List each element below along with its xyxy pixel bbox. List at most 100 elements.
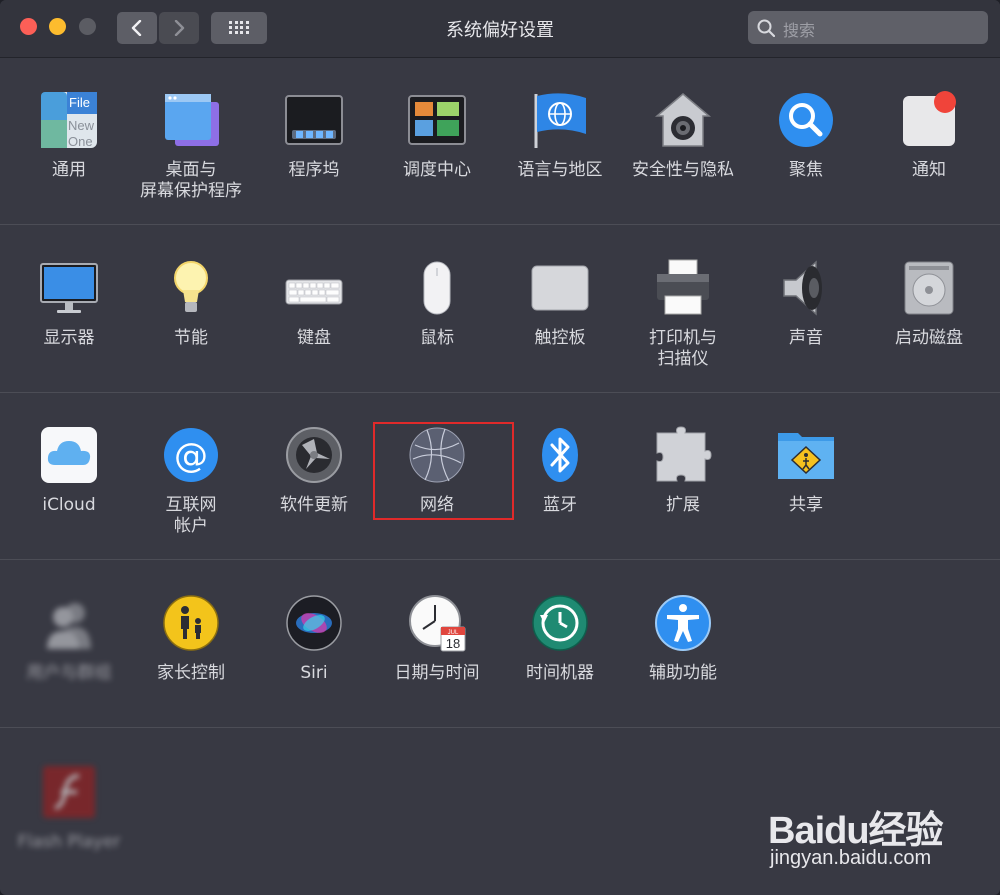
pane-label: 通知: [912, 160, 946, 180]
pane-label: 互联网 帐户: [165, 495, 217, 536]
pane-label: 通用: [52, 160, 86, 180]
svg-text:New: New: [68, 118, 95, 133]
pane-label: 共享: [789, 495, 823, 515]
pane-label: 软件更新: [280, 495, 348, 515]
search-placeholder: 搜索: [783, 21, 816, 40]
pane-trackpad[interactable]: 触控板: [499, 258, 621, 349]
pane-label: Siri: [300, 663, 328, 683]
pane-label: 显示器: [43, 328, 95, 348]
pane-flash-player[interactable]: Flash Player: [8, 762, 130, 853]
pane-desktop-screensaver[interactable]: 桌面与 屏幕保护程序: [130, 90, 252, 202]
pane-startup-disk[interactable]: 启动磁盘: [868, 258, 990, 349]
pane-label: 扩展: [666, 495, 700, 515]
pane-users-groups[interactable]: 用户与群组: [8, 593, 130, 684]
pane-label: 触控板: [534, 328, 586, 348]
trackpad-icon: [530, 258, 590, 318]
mission-control-icon: [407, 90, 467, 150]
svg-text:One: One: [68, 134, 93, 149]
pane-accessibility[interactable]: 辅助功能: [622, 593, 744, 684]
pane-label: 鼠标: [420, 328, 454, 348]
pane-label: 启动磁盘: [895, 328, 963, 348]
svg-text:18: 18: [446, 636, 460, 651]
pane-mouse[interactable]: 鼠标: [376, 258, 498, 349]
desktop-screensaver-icon: [161, 90, 221, 150]
section-divider: [0, 559, 1000, 560]
startup-disk-icon: [899, 258, 959, 318]
extensions-icon: [653, 425, 713, 485]
watermark-brand: Baidu经验: [768, 810, 944, 852]
pane-label: 蓝牙: [543, 495, 577, 515]
pane-label: Flash Player: [17, 832, 121, 852]
svg-text:File: File: [69, 95, 90, 110]
time-machine-icon: [530, 593, 590, 653]
dock-icon: [284, 90, 344, 150]
pane-printers-scanners[interactable]: 打印机与 扫描仪: [622, 258, 744, 370]
pane-label: 程序坞: [288, 160, 340, 180]
spotlight-icon: [776, 90, 836, 150]
section-divider: [0, 727, 1000, 728]
general-icon: File New One: [39, 90, 99, 150]
pane-software-update[interactable]: 软件更新: [253, 425, 375, 516]
printers-scanners-icon: [653, 258, 713, 318]
accessibility-icon: [653, 593, 713, 653]
pane-notifications[interactable]: 通知: [868, 90, 990, 181]
title-bar: 系统偏好设置 搜索: [0, 0, 1000, 58]
highlight-box: [373, 422, 514, 520]
pane-sharing[interactable]: 共享: [745, 425, 867, 516]
notifications-icon: [899, 90, 959, 150]
pane-label: 声音: [789, 328, 823, 348]
pane-internet-accounts[interactable]: @ 互联网 帐户: [130, 425, 252, 537]
pane-label: 日期与时间: [394, 663, 480, 683]
language-region-icon: [530, 90, 590, 150]
parental-controls-icon: [161, 593, 221, 653]
pane-label: 键盘: [297, 328, 331, 348]
watermark-url: jingyan.baidu.com: [770, 847, 932, 869]
pane-label: 用户与群组: [26, 663, 112, 683]
pane-label: iCloud: [42, 495, 96, 515]
pane-extensions[interactable]: 扩展: [622, 425, 744, 516]
pane-language-region[interactable]: 语言与地区: [499, 90, 621, 181]
pane-label: 安全性与隐私: [632, 160, 734, 180]
flash-player-icon: [39, 762, 99, 822]
pane-general[interactable]: File New One 通用: [8, 90, 130, 181]
pane-label: 桌面与 屏幕保护程序: [140, 160, 242, 201]
pane-security-privacy[interactable]: 安全性与隐私: [622, 90, 744, 181]
sharing-icon: [776, 425, 836, 485]
section-divider: [0, 392, 1000, 393]
siri-icon: [284, 593, 344, 653]
users-groups-icon: [39, 593, 99, 653]
svg-text:@: @: [174, 436, 208, 476]
pane-siri[interactable]: Siri: [253, 593, 375, 684]
pane-dock[interactable]: 程序坞: [253, 90, 375, 181]
pane-spotlight[interactable]: 聚焦: [745, 90, 867, 181]
pane-label: 打印机与 扫描仪: [649, 328, 717, 369]
pane-label: 调度中心: [403, 160, 471, 180]
pane-displays[interactable]: 显示器: [8, 258, 130, 349]
pane-sound[interactable]: 声音: [745, 258, 867, 349]
software-update-icon: [284, 425, 344, 485]
pane-mission-control[interactable]: 调度中心: [376, 90, 498, 181]
bluetooth-icon: [530, 425, 590, 485]
pane-label: 时间机器: [526, 663, 594, 683]
pane-icloud[interactable]: iCloud: [8, 425, 130, 516]
pane-label: 语言与地区: [517, 160, 603, 180]
pane-keyboard[interactable]: 键盘: [253, 258, 375, 349]
keyboard-icon: [284, 258, 344, 318]
date-time-icon: JUL 18: [407, 593, 467, 653]
icloud-icon: [39, 425, 99, 485]
pane-time-machine[interactable]: 时间机器: [499, 593, 621, 684]
security-privacy-icon: [653, 90, 713, 150]
section-divider: [0, 224, 1000, 225]
search-field[interactable]: 搜索: [748, 11, 988, 44]
pane-energy-saver[interactable]: 节能: [130, 258, 252, 349]
pane-parental-controls[interactable]: 家长控制: [130, 593, 252, 684]
displays-icon: [39, 258, 99, 318]
pane-label: 辅助功能: [649, 663, 717, 683]
system-preferences-window: 系统偏好设置 搜索 File New One 通用 桌面与 屏幕保护程序 程序坞…: [0, 0, 1000, 895]
pane-label: 聚焦: [789, 160, 823, 180]
sound-icon: [776, 258, 836, 318]
baidu-watermark: Baidu经验 jingyan.baidu.com: [760, 785, 990, 875]
internet-accounts-icon: @: [161, 425, 221, 485]
pane-date-time[interactable]: JUL 18 日期与时间: [376, 593, 498, 684]
pane-bluetooth[interactable]: 蓝牙: [499, 425, 621, 516]
